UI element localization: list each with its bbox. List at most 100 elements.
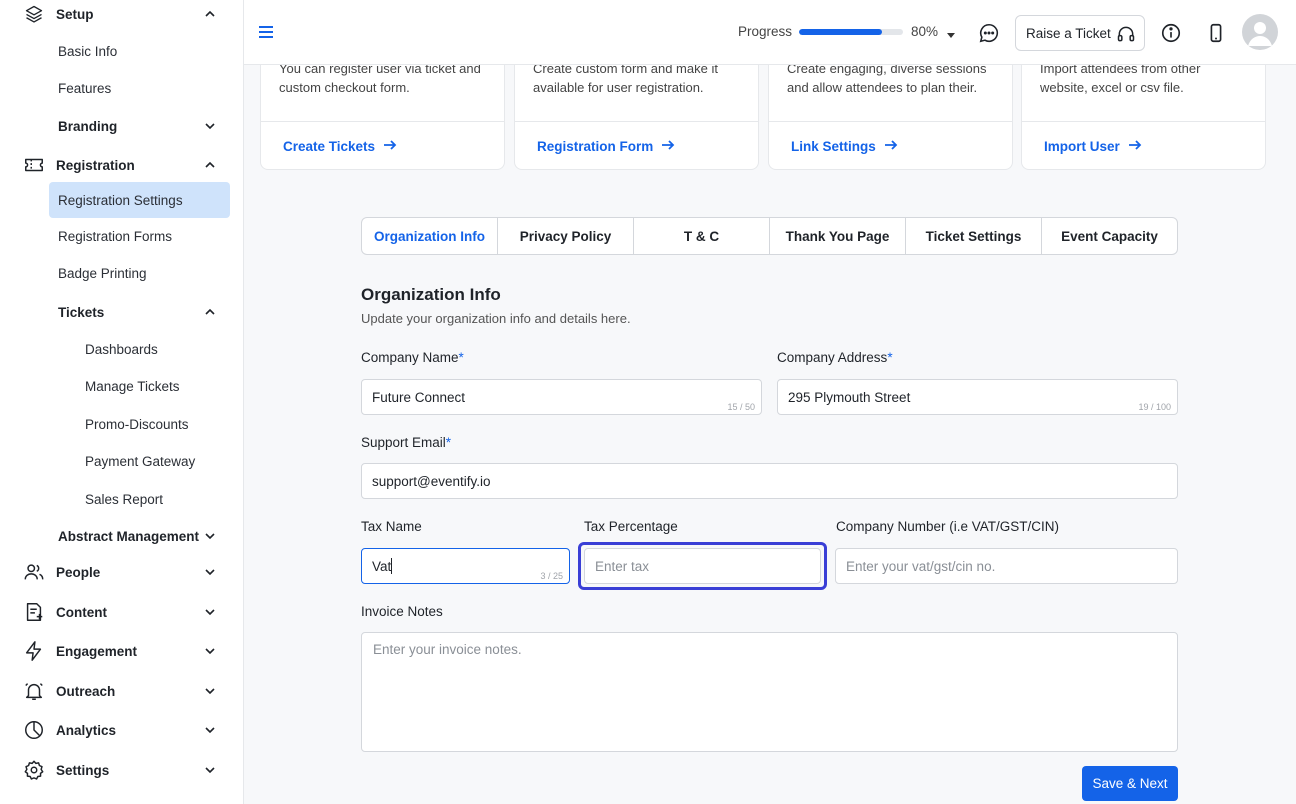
raise-ticket-button[interactable]: Raise a Ticket (1015, 15, 1145, 51)
gear-icon (23, 759, 45, 781)
sidebar-item-settings[interactable]: Settings (0, 752, 244, 788)
sidebar-item-setup[interactable]: Setup (0, 0, 244, 32)
sidebar-item-label: Features (58, 80, 112, 96)
sidebar-item-label: Setup (56, 6, 94, 22)
sidebar-item-manage-tickets[interactable]: Manage Tickets (0, 368, 244, 404)
sidebar-item-people[interactable]: People (0, 554, 244, 590)
divider (515, 121, 758, 122)
company-name-label: Company Name* (361, 350, 464, 365)
avatar[interactable] (1242, 14, 1278, 50)
sidebar-item-label: Settings (56, 762, 110, 778)
sidebar-item-branding[interactable]: Branding (0, 108, 244, 144)
headset-icon (1116, 24, 1136, 44)
support-email-label: Support Email* (361, 435, 451, 450)
arrow-right-icon (661, 138, 675, 155)
sidebar-item-label: Promo-Discounts (85, 416, 189, 432)
section-subtitle: Update your organization info and detail… (361, 311, 631, 326)
sidebar-item-features[interactable]: Features (0, 70, 244, 106)
char-counter: 19 / 100 (1138, 402, 1171, 412)
sidebar-item-label: Sales Report (85, 491, 164, 507)
progress-percent: 80% (911, 24, 939, 39)
sidebar-item-abstract-management[interactable]: Abstract Management (0, 518, 244, 554)
char-counter: 15 / 50 (727, 402, 755, 412)
sidebar-item-label: Engagement (56, 643, 138, 659)
mobile-icon[interactable] (1205, 22, 1227, 44)
chevron-up-icon (202, 157, 218, 173)
tax-percentage-input[interactable]: Enter tax (584, 548, 821, 584)
raise-ticket-label: Raise a Ticket (1026, 25, 1111, 41)
tab-event-capacity[interactable]: Event Capacity (1042, 218, 1177, 254)
textarea-placeholder: Enter your invoice notes. (373, 642, 522, 657)
registration-form-link[interactable]: Registration Form (537, 138, 675, 155)
chevron-down-icon (202, 643, 218, 659)
sidebar-item-label: Payment Gateway (85, 453, 196, 469)
sidebar-item-analytics[interactable]: Analytics (0, 712, 244, 748)
hamburger-menu-icon[interactable] (258, 24, 274, 40)
chevron-down-icon (202, 722, 218, 738)
sidebar-item-label: Dashboards (85, 341, 158, 357)
caret-down-icon[interactable] (946, 27, 956, 38)
save-next-button[interactable]: Save & Next (1082, 766, 1178, 801)
sidebar-item-label: Badge Printing (58, 265, 147, 281)
sidebar-item-engagement[interactable]: Engagement (0, 633, 244, 669)
sidebar-item-content[interactable]: Content (0, 594, 244, 630)
support-email-input[interactable]: support@eventify.io (361, 463, 1178, 499)
tab-privacy-policy[interactable]: Privacy Policy (498, 218, 634, 254)
arrow-right-icon (383, 138, 397, 155)
sidebar-item-label: Basic Info (58, 43, 118, 59)
input-value: Vat (372, 558, 392, 574)
sidebar-item-basic-info[interactable]: Basic Info (0, 33, 244, 69)
sidebar-item-tickets[interactable]: Tickets (0, 294, 244, 330)
invoice-notes-textarea[interactable]: Enter your invoice notes. (361, 632, 1178, 752)
sidebar-item-label: Content (56, 604, 107, 620)
tab-terms-conditions[interactable]: T & C (634, 218, 770, 254)
link-label: Create Tickets (283, 139, 376, 154)
sidebar-item-sales-report[interactable]: Sales Report (0, 481, 244, 517)
sidebar-item-badge-printing[interactable]: Badge Printing (0, 255, 244, 291)
topbar: Progress 80% Raise a Ticket (244, 0, 1296, 65)
sidebar-item-dashboards[interactable]: Dashboards (0, 331, 244, 367)
info-icon[interactable] (1160, 22, 1182, 44)
sidebar-item-registration-settings[interactable]: Registration Settings (0, 182, 244, 218)
tab-organization-info[interactable]: Organization Info (362, 218, 498, 254)
sidebar-item-label: People (56, 564, 101, 580)
sidebar-item-label: Manage Tickets (85, 378, 180, 394)
divider (769, 121, 1012, 122)
company-name-input[interactable]: Future Connect 15 / 50 (361, 379, 762, 415)
layers-icon (23, 3, 45, 25)
tab-ticket-settings[interactable]: Ticket Settings (906, 218, 1042, 254)
label-text: Company Name (361, 350, 459, 365)
link-settings-link[interactable]: Link Settings (791, 138, 898, 155)
link-label: Registration Form (537, 139, 654, 154)
chevron-down-icon (202, 762, 218, 778)
card-link-settings: Create engaging, diverse sessions and al… (768, 61, 1013, 170)
sidebar-item-registration[interactable]: Registration (0, 147, 244, 183)
link-label: Import User (1044, 139, 1120, 154)
chevron-down-icon (202, 528, 218, 544)
sidebar-item-registration-forms[interactable]: Registration Forms (0, 218, 244, 254)
sidebar-item-label: Abstract Management (58, 528, 200, 544)
progress-bar (799, 29, 903, 35)
chat-icon[interactable] (978, 22, 1000, 44)
company-address-input[interactable]: 295 Plymouth Street 19 / 100 (777, 379, 1178, 415)
sidebar-item-payment-gateway[interactable]: Payment Gateway (0, 443, 244, 479)
input-value: 295 Plymouth Street (788, 389, 911, 405)
bell-icon (23, 680, 45, 702)
progress-label: Progress (738, 24, 793, 39)
sidebar-item-outreach[interactable]: Outreach (0, 673, 244, 709)
card-import-user: Import attendees from other website, exc… (1021, 61, 1266, 170)
tax-name-input[interactable]: Vat 3 / 25 (361, 548, 570, 584)
required-mark: * (445, 435, 452, 450)
tab-thank-you-page[interactable]: Thank You Page (770, 218, 906, 254)
import-user-link[interactable]: Import User (1044, 138, 1142, 155)
label-text: Company Address (777, 350, 888, 365)
input-placeholder: Enter your vat/gst/cin no. (846, 558, 996, 574)
company-number-input[interactable]: Enter your vat/gst/cin no. (835, 548, 1178, 584)
required-mark: * (887, 350, 893, 365)
pie-chart-icon (23, 719, 45, 741)
sidebar-item-label: Outreach (56, 683, 116, 699)
card-create-tickets: You can register user via ticket and cus… (260, 61, 505, 170)
sidebar-item-promo-discounts[interactable]: Promo-Discounts (0, 406, 244, 442)
chevron-down-icon (202, 118, 218, 134)
create-tickets-link[interactable]: Create Tickets (283, 138, 397, 155)
